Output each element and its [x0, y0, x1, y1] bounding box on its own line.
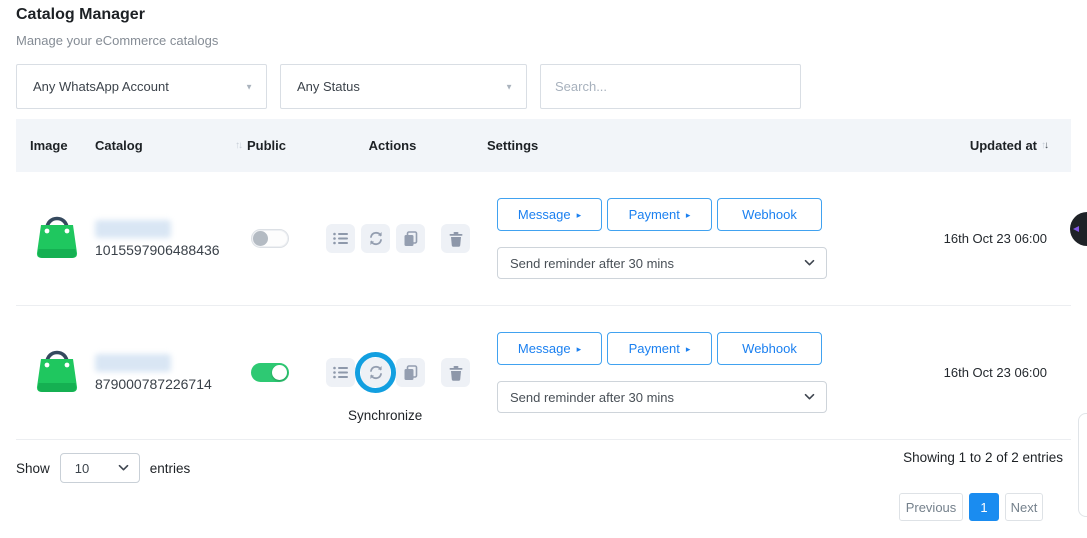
synchronize-button[interactable]: [361, 358, 390, 387]
duplicate-button[interactable]: [396, 224, 425, 253]
column-header-settings[interactable]: Settings: [487, 138, 836, 153]
page-size-control: Show 10 entries: [16, 453, 190, 483]
webhook-settings-button[interactable]: Webhook: [717, 198, 822, 231]
column-header-image[interactable]: Image: [30, 138, 95, 153]
sync-icon: [368, 231, 384, 246]
showing-entries-text: Showing 1 to 2 of 2 entries: [903, 450, 1063, 465]
status-selected-value: Any Status: [297, 79, 360, 94]
settings-cell: Message ▸ Payment ▸ Webhook Send reminde…: [487, 198, 836, 279]
chevron-down-icon: [804, 391, 814, 401]
column-header-actions[interactable]: Actions: [326, 138, 487, 153]
catalog-image-cell: [30, 341, 95, 404]
trash-icon: [449, 231, 463, 247]
catalog-manager-page: Catalog Manager Manage your eCommerce ca…: [0, 0, 1087, 538]
whatsapp-account-selected-value: Any WhatsApp Account: [33, 79, 169, 94]
settings-cell: Message ▸ Payment ▸ Webhook Send reminde…: [487, 332, 836, 413]
filter-bar: Any WhatsApp Account ▼ Any Status ▼: [16, 64, 801, 109]
catalog-image-cell: [30, 207, 95, 270]
payment-settings-button[interactable]: Payment ▸: [607, 332, 712, 365]
scrollbar-thumb[interactable]: [1078, 413, 1087, 517]
catalog-row: 879000787226714: [16, 306, 1071, 440]
sort-icon[interactable]: ↑↓: [235, 140, 241, 151]
page-size-dropdown[interactable]: 10: [60, 453, 140, 483]
delete-button[interactable]: [441, 224, 470, 253]
list-items-button[interactable]: [326, 224, 355, 253]
caret-right-icon: ▸: [686, 344, 691, 355]
catalog-id: 1015597906488436: [95, 242, 247, 258]
table-header-row: Image Catalog ↑↓ Public Actions Settings…: [16, 119, 1071, 172]
floating-widget-handle[interactable]: [1070, 212, 1087, 246]
public-cell: [247, 229, 326, 248]
chevron-down-icon: [118, 462, 128, 472]
payment-settings-button[interactable]: Payment ▸: [607, 198, 712, 231]
pagination: Previous 1 Next: [899, 493, 1043, 521]
shopping-bag-icon: [33, 207, 81, 265]
actions-cell: [326, 224, 487, 253]
whatsapp-account-dropdown[interactable]: Any WhatsApp Account ▼: [16, 64, 267, 109]
public-toggle[interactable]: [251, 229, 289, 248]
duplicate-button[interactable]: [396, 358, 425, 387]
reminder-selected-value: Send reminder after 30 mins: [510, 256, 674, 271]
reminder-selected-value: Send reminder after 30 mins: [510, 390, 674, 405]
next-page-button[interactable]: Next: [1005, 493, 1043, 521]
page-title: Catalog Manager: [16, 6, 145, 24]
catalog-table: Image Catalog ↑↓ Public Actions Settings…: [16, 119, 1071, 440]
public-toggle[interactable]: [251, 363, 289, 382]
actions-cell: Synchronize: [326, 358, 487, 387]
copy-icon: [403, 231, 418, 247]
shopping-bag-icon: [33, 341, 81, 399]
synchronize-button[interactable]: [361, 224, 390, 253]
caret-right-icon: ▸: [686, 210, 691, 221]
page-size-value: 10: [75, 461, 89, 476]
chevron-down-icon: [804, 257, 814, 267]
synchronize-tooltip: Synchronize: [348, 408, 422, 423]
list-items-button[interactable]: [326, 358, 355, 387]
message-settings-button[interactable]: Message ▸: [497, 332, 602, 365]
column-header-catalog[interactable]: Catalog ↑↓: [95, 138, 247, 153]
status-dropdown[interactable]: Any Status ▼: [280, 64, 527, 109]
message-settings-button[interactable]: Message ▸: [497, 198, 602, 231]
catalog-row: 1015597906488436: [16, 172, 1071, 306]
sync-icon: [368, 365, 384, 380]
caret-right-icon: ▸: [577, 344, 582, 355]
updated-at-value: 16th Oct 23 06:00: [836, 231, 1071, 246]
updated-at-value: 16th Oct 23 06:00: [836, 365, 1071, 380]
show-label: Show: [16, 461, 50, 476]
page-subtitle: Manage your eCommerce catalogs: [16, 33, 218, 48]
current-page-button[interactable]: 1: [969, 493, 999, 521]
catalog-name-redacted: [95, 220, 171, 238]
column-header-public[interactable]: Public: [247, 138, 326, 153]
column-header-updated-at[interactable]: Updated at ↑↓: [836, 138, 1071, 153]
reminder-dropdown[interactable]: Send reminder after 30 mins: [497, 381, 827, 413]
delete-button[interactable]: [441, 358, 470, 387]
public-cell: [247, 363, 326, 382]
caret-right-icon: ▸: [577, 210, 582, 221]
catalog-name-cell: 1015597906488436: [95, 220, 247, 258]
list-icon: [333, 232, 348, 245]
catalog-id: 879000787226714: [95, 376, 247, 392]
list-icon: [333, 366, 348, 379]
dropdown-caret-icon: ▼: [505, 82, 513, 91]
previous-page-button[interactable]: Previous: [899, 493, 963, 521]
catalog-name-cell: 879000787226714: [95, 354, 247, 392]
sort-icon[interactable]: ↑↓: [1041, 140, 1047, 151]
reminder-dropdown[interactable]: Send reminder after 30 mins: [497, 247, 827, 279]
search-input[interactable]: [540, 64, 801, 109]
entries-label: entries: [150, 461, 191, 476]
dropdown-caret-icon: ▼: [245, 82, 253, 91]
table-footer: Show 10 entries Showing 1 to 2 of 2 entr…: [16, 441, 1071, 538]
catalog-name-redacted: [95, 354, 171, 372]
trash-icon: [449, 365, 463, 381]
copy-icon: [403, 365, 418, 381]
arrow-left-icon: [1073, 226, 1079, 232]
webhook-settings-button[interactable]: Webhook: [717, 332, 822, 365]
